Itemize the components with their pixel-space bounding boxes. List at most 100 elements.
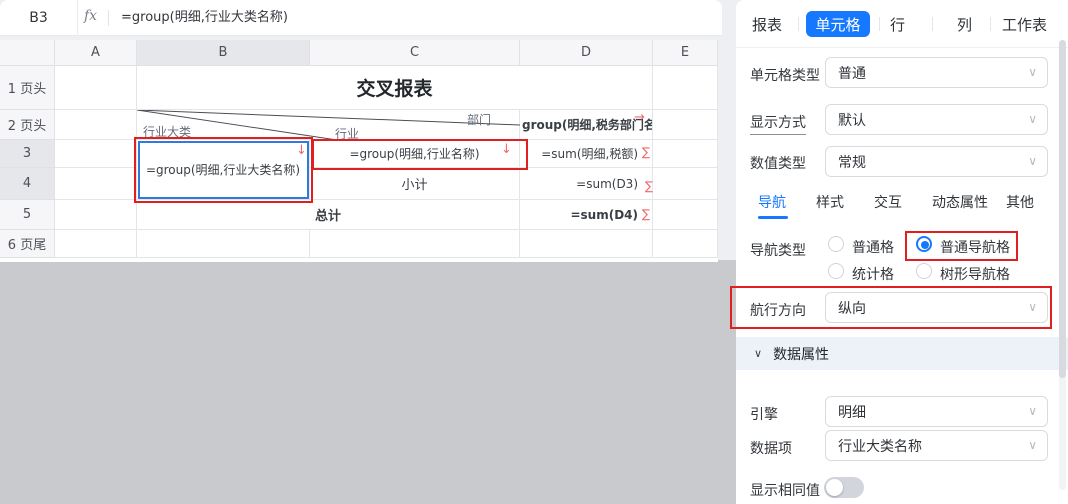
- cell-D3[interactable]: =sum(明细,税额): [520, 140, 653, 168]
- cell-E6[interactable]: [653, 230, 718, 258]
- formula-bar: B3 fx =group(明细,行业大类名称): [0, 0, 722, 36]
- nav-type-label: 导航类型: [750, 240, 806, 260]
- number-type-value: 常规: [838, 152, 866, 172]
- diagonal-label-top-right: 部门: [467, 111, 491, 128]
- cell-A1[interactable]: [55, 66, 137, 110]
- subtab-navigation[interactable]: 导航: [758, 192, 786, 212]
- corner-header[interactable]: [0, 40, 55, 66]
- row-header-4[interactable]: 4: [0, 168, 55, 200]
- column-header-E[interactable]: E: [653, 40, 718, 66]
- tab-cell-active[interactable]: 单元格: [806, 11, 870, 37]
- engine-value: 明细: [838, 402, 866, 422]
- cell-C4[interactable]: 小计: [310, 168, 520, 200]
- tab-report[interactable]: 报表: [752, 14, 782, 35]
- tab-worksheet[interactable]: 工作表: [1002, 14, 1047, 35]
- cell-C3[interactable]: =group(明细,行业名称): [310, 140, 520, 168]
- cell-A3[interactable]: [55, 140, 137, 168]
- chevron-down-icon: ∨: [1028, 112, 1037, 126]
- radio-normal-nav-cell[interactable]: [916, 236, 932, 252]
- cell-D4[interactable]: =sum(D3): [520, 168, 653, 200]
- show-same-value-label: 显示相同值: [750, 480, 820, 500]
- number-type-label: 数值类型: [750, 153, 806, 173]
- design-canvas-background: [0, 260, 736, 504]
- data-item-label: 数据项: [750, 438, 792, 458]
- cell-E2[interactable]: [653, 110, 718, 140]
- column-header-D[interactable]: D: [520, 40, 653, 66]
- cell-D6[interactable]: [520, 230, 653, 258]
- nav-direction-label: 航行方向: [750, 300, 806, 320]
- display-mode-select[interactable]: 默认 ∨: [825, 104, 1048, 135]
- row-header-5[interactable]: 5: [0, 200, 55, 230]
- chevron-down-icon: ∨: [1028, 300, 1037, 314]
- chevron-down-icon: ∨: [1028, 65, 1037, 79]
- chevron-down-icon: ∨: [1028, 438, 1037, 452]
- cell-title-B1D1[interactable]: 交叉报表: [137, 66, 653, 110]
- cell-type-label: 单元格类型: [750, 65, 820, 85]
- row-header-2[interactable]: 2 页头: [0, 110, 55, 140]
- cell-A2[interactable]: [55, 110, 137, 140]
- column-header-C[interactable]: C: [310, 40, 520, 66]
- cell-type-select[interactable]: 普通 ∨: [825, 57, 1048, 88]
- formula-input[interactable]: =group(明细,行业大类名称): [121, 0, 711, 36]
- radio-tree-nav-cell-label[interactable]: 树形导航格: [940, 264, 1010, 284]
- tab-row[interactable]: 行: [890, 14, 905, 35]
- data-item-select[interactable]: 行业大类名称 ∨: [825, 430, 1048, 461]
- row-header-6[interactable]: 6 页尾: [0, 230, 55, 258]
- subtab-interaction[interactable]: 交互: [874, 192, 902, 212]
- formula-bar-divider: [108, 10, 109, 26]
- number-type-select[interactable]: 常规 ∨: [825, 146, 1048, 177]
- diagonal-label-bottom-left: 行业大类: [143, 123, 191, 140]
- expand-right-icon: →: [634, 111, 645, 124]
- nav-direction-select[interactable]: 纵向 ∨: [825, 292, 1048, 323]
- cell-reference-box[interactable]: B3: [0, 0, 78, 36]
- cell-E1[interactable]: [653, 66, 718, 110]
- tab-divider: [798, 17, 799, 31]
- cell-E3[interactable]: [653, 140, 718, 168]
- data-attributes-section-header[interactable]: ∨ 数据属性: [736, 337, 1068, 370]
- radio-normal-cell-label[interactable]: 普通格: [852, 237, 894, 257]
- collapse-chevron-icon: ∨: [754, 347, 762, 360]
- cell-D5[interactable]: =sum(D4): [520, 200, 653, 230]
- cell-B6[interactable]: [137, 230, 310, 258]
- cell-E5[interactable]: [653, 200, 718, 230]
- chevron-down-icon: ∨: [1028, 154, 1037, 168]
- display-mode-label: 显示方式: [750, 112, 806, 135]
- cell-A5[interactable]: [55, 200, 137, 230]
- cell-A6[interactable]: [55, 230, 137, 258]
- chevron-down-icon: ∨: [1028, 404, 1037, 418]
- diagonal-lines: [137, 110, 520, 140]
- report-title: 交叉报表: [356, 74, 432, 101]
- nav-direction-value: 纵向: [838, 298, 866, 318]
- radio-statistic-cell-label[interactable]: 统计格: [852, 264, 894, 284]
- cell-B5C5[interactable]: 总计: [137, 200, 520, 230]
- radio-tree-nav-cell[interactable]: [916, 263, 932, 279]
- active-subtab-underline: [758, 216, 788, 219]
- tab-column[interactable]: 列: [957, 14, 972, 35]
- column-header-A[interactable]: A: [55, 40, 137, 66]
- subtab-other[interactable]: 其他: [1006, 192, 1034, 212]
- column-header-B[interactable]: B: [137, 40, 310, 66]
- panel-scrollbar-thumb[interactable]: [1059, 40, 1066, 378]
- data-item-value: 行业大类名称: [838, 436, 922, 456]
- fx-icon[interactable]: fx: [84, 8, 97, 24]
- show-same-value-toggle[interactable]: [824, 477, 864, 498]
- row-header-3[interactable]: 3: [0, 140, 55, 168]
- toggle-knob: [826, 479, 843, 496]
- cell-type-value: 普通: [838, 63, 866, 83]
- tabbar-border: [736, 47, 1068, 48]
- display-mode-value: 默认: [838, 110, 866, 130]
- cell-A4[interactable]: [55, 168, 137, 200]
- tab-divider: [932, 17, 933, 31]
- subtab-dynamic-attributes[interactable]: 动态属性: [932, 192, 988, 212]
- cell-diagonal-header-B2C2[interactable]: 行业大类 行业 部门: [137, 110, 520, 140]
- tab-divider: [879, 17, 880, 31]
- cell-E4[interactable]: [653, 168, 718, 200]
- subtab-style[interactable]: 样式: [816, 192, 844, 212]
- engine-select[interactable]: 明细 ∨: [825, 396, 1048, 427]
- row-header-1[interactable]: 1 页头: [0, 66, 55, 110]
- radio-normal-cell[interactable]: [828, 236, 844, 252]
- cell-B3[interactable]: =group(明细,行业大类名称): [137, 140, 310, 200]
- radio-statistic-cell[interactable]: [828, 263, 844, 279]
- cell-C6[interactable]: [310, 230, 520, 258]
- radio-normal-nav-cell-label[interactable]: 普通导航格: [940, 237, 1010, 257]
